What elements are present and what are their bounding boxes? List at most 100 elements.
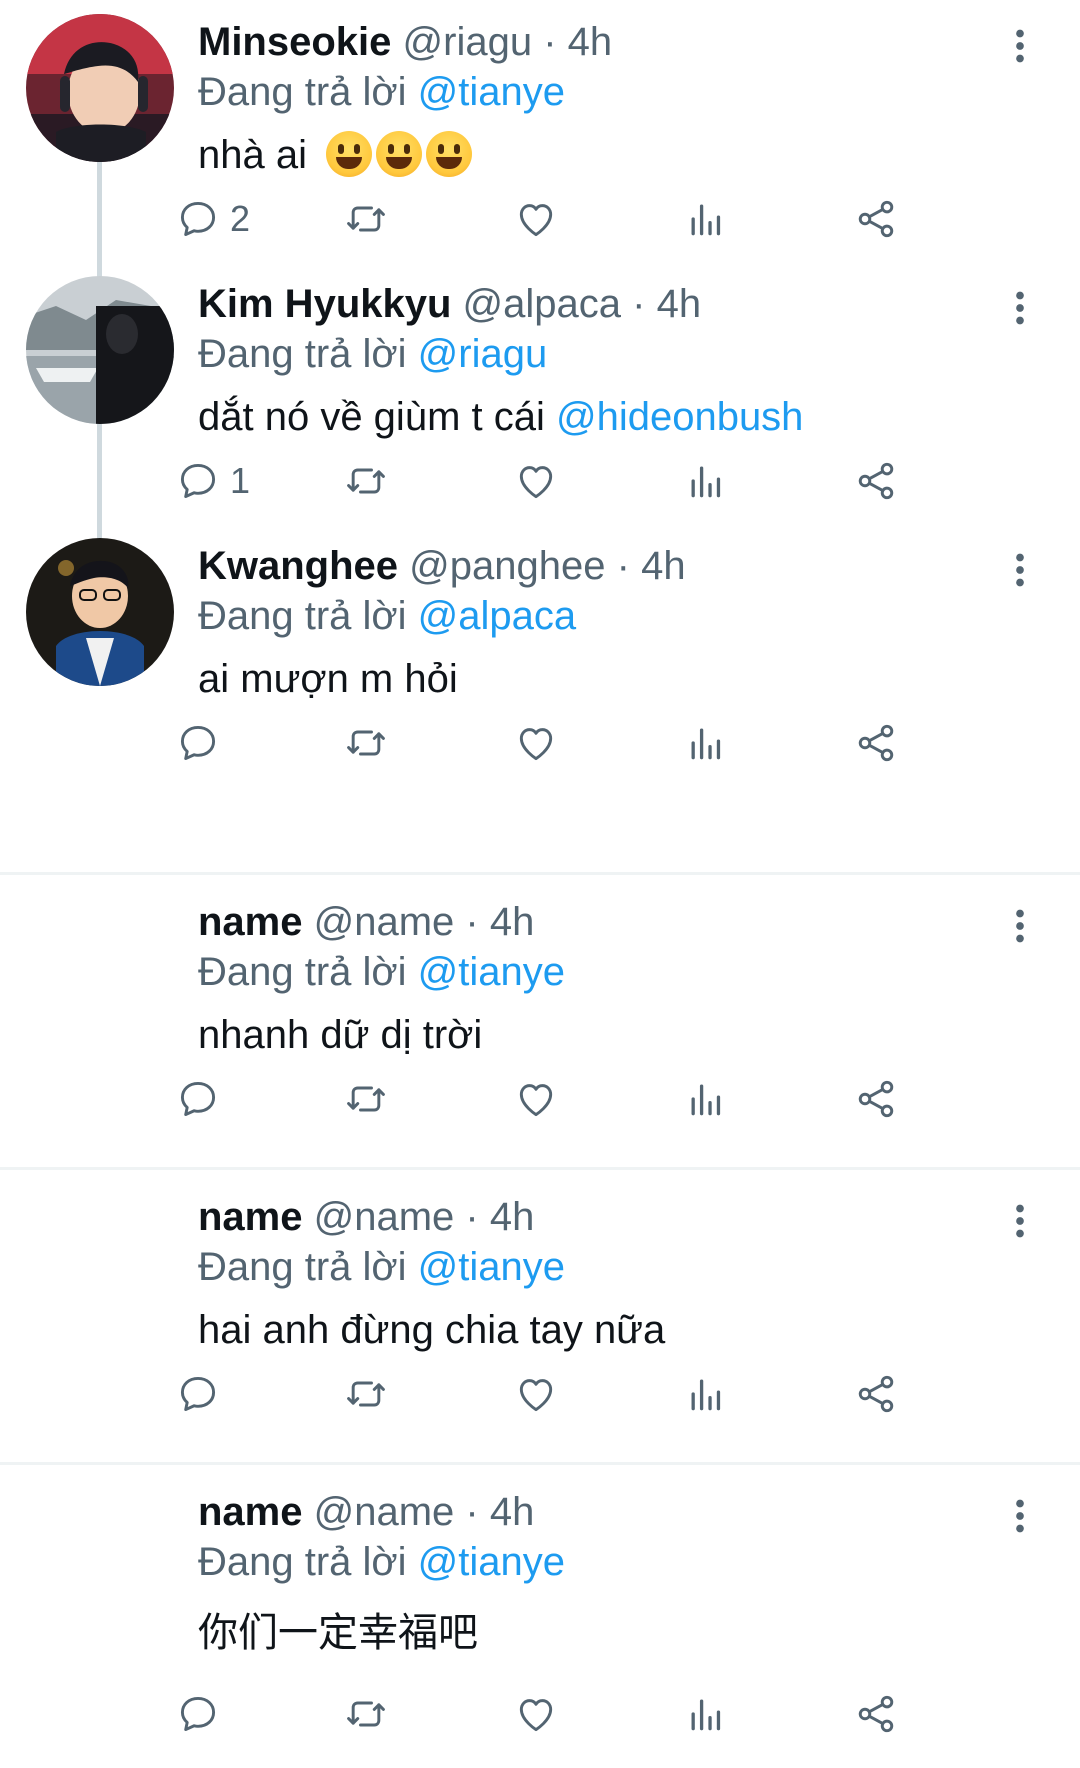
default-avatar[interactable] [44, 1502, 158, 1616]
retweet-button[interactable] [344, 719, 388, 767]
reply-button[interactable]: 2 [176, 195, 250, 243]
tweet-header: name @name · 4h [198, 1488, 534, 1536]
reply-mention[interactable]: @tianye [418, 950, 565, 994]
tweet-text: dắt nó về giùm t cái @hideonbush [198, 392, 803, 442]
views-button[interactable] [684, 1075, 728, 1123]
retweet-icon [344, 1692, 388, 1736]
share-button[interactable] [854, 1370, 898, 1418]
retweet-button[interactable] [344, 457, 388, 505]
tweet[interactable]: name @name · 4h Đang trả lời @tianye 你们一… [0, 1470, 1080, 1768]
reply-mention[interactable]: @riagu [418, 332, 548, 376]
display-name[interactable]: Kwanghee [198, 544, 398, 588]
reply-icon [176, 1692, 220, 1736]
reply-count: 2 [230, 198, 251, 239]
tweet[interactable]: name @name · 4h Đang trả lời @tianye nha… [0, 880, 1080, 1166]
user-handle[interactable]: @alpaca [463, 282, 621, 326]
timestamp[interactable]: 4h [568, 20, 613, 64]
timestamp[interactable]: 4h [490, 900, 535, 944]
share-button[interactable] [854, 195, 898, 243]
tweet-header: name @name · 4h [198, 898, 534, 946]
reply-prefix: Đang trả lời [198, 1245, 407, 1289]
views-button[interactable] [684, 195, 728, 243]
share-icon [854, 197, 898, 241]
more-icon[interactable] [1000, 902, 1040, 950]
share-button[interactable] [854, 457, 898, 505]
reply-prefix: Đang trả lời [198, 1540, 407, 1584]
views-icon [684, 1372, 728, 1416]
display-name[interactable]: Kim Hyukkyu [198, 282, 451, 326]
tweet[interactable]: Minseokie @riagu · 4h Đang trả lời @tian… [0, 0, 1080, 262]
like-button[interactable] [514, 1690, 558, 1738]
grinning-face-emoji [326, 131, 476, 177]
avatar[interactable] [26, 276, 174, 424]
user-handle[interactable]: @riagu [403, 20, 533, 64]
retweet-icon [344, 459, 388, 503]
display-name[interactable]: name [198, 900, 303, 944]
like-icon [514, 721, 558, 765]
more-icon[interactable] [1000, 1197, 1040, 1245]
like-button[interactable] [514, 1075, 558, 1123]
like-button[interactable] [514, 457, 558, 505]
reply-mention[interactable]: @alpaca [418, 594, 576, 638]
reply-button[interactable] [176, 1075, 220, 1123]
text-mention[interactable]: @hideonbush [556, 395, 803, 439]
like-icon [514, 459, 558, 503]
timestamp[interactable]: 4h [490, 1195, 535, 1239]
views-button[interactable] [684, 457, 728, 505]
retweet-button[interactable] [344, 1370, 388, 1418]
share-button[interactable] [854, 1690, 898, 1738]
views-button[interactable] [684, 1370, 728, 1418]
reply-button[interactable] [176, 719, 220, 767]
views-button[interactable] [684, 1690, 728, 1738]
more-icon[interactable] [1000, 546, 1040, 594]
display-name[interactable]: Minseokie [198, 20, 391, 64]
reply-button[interactable] [176, 1370, 220, 1418]
tweet-text: 你们一定幸福吧 [198, 1611, 478, 1655]
tweet-text: hai anh đừng chia tay nữa [198, 1308, 666, 1352]
timestamp[interactable]: 4h [490, 1490, 535, 1534]
default-avatar[interactable] [44, 912, 158, 1026]
tweet[interactable]: Kim Hyukkyu @alpaca · 4h Đang trả lời @r… [0, 262, 1080, 524]
reply-icon [176, 197, 220, 241]
more-icon[interactable] [1000, 1492, 1040, 1540]
share-button[interactable] [854, 719, 898, 767]
reply-mention[interactable]: @tianye [418, 70, 565, 114]
views-icon [684, 459, 728, 503]
user-handle[interactable]: @name [314, 1195, 455, 1239]
like-button[interactable] [514, 1370, 558, 1418]
default-avatar[interactable] [44, 1207, 158, 1321]
like-icon [514, 1077, 558, 1121]
more-icon[interactable] [1000, 22, 1040, 70]
avatar[interactable] [26, 538, 174, 686]
share-button[interactable] [854, 1075, 898, 1123]
reply-button[interactable] [176, 1690, 220, 1738]
tweet[interactable]: Kwanghee @panghee · 4h Đang trả lời @alp… [0, 524, 1080, 786]
more-icon[interactable] [1000, 284, 1040, 332]
tweet-header: Kim Hyukkyu @alpaca · 4h [198, 280, 701, 328]
action-bar [198, 719, 1018, 767]
user-handle[interactable]: @panghee [409, 544, 605, 588]
user-handle[interactable]: @name [314, 1490, 455, 1534]
like-button[interactable] [514, 195, 558, 243]
retweet-button[interactable] [344, 1690, 388, 1738]
reply-mention[interactable]: @tianye [418, 1540, 565, 1584]
timestamp[interactable]: 4h [641, 544, 686, 588]
reply-icon [176, 1077, 220, 1121]
timestamp[interactable]: 4h [657, 282, 702, 326]
tweet-text: nhà ai [198, 130, 476, 180]
retweet-button[interactable] [344, 1075, 388, 1123]
display-name[interactable]: name [198, 1490, 303, 1534]
like-button[interactable] [514, 719, 558, 767]
action-bar [198, 1690, 1018, 1738]
reply-mention[interactable]: @tianye [418, 1245, 565, 1289]
tweet[interactable]: name @name · 4h Đang trả lời @tianye hai… [0, 1175, 1080, 1461]
dot-separator: · [616, 544, 630, 588]
reply-button[interactable]: 1 [176, 457, 250, 505]
share-icon [854, 721, 898, 765]
views-button[interactable] [684, 719, 728, 767]
retweet-button[interactable] [344, 195, 388, 243]
avatar[interactable] [26, 14, 174, 162]
display-name[interactable]: name [198, 1195, 303, 1239]
reply-prefix: Đang trả lời [198, 332, 407, 376]
user-handle[interactable]: @name [314, 900, 455, 944]
